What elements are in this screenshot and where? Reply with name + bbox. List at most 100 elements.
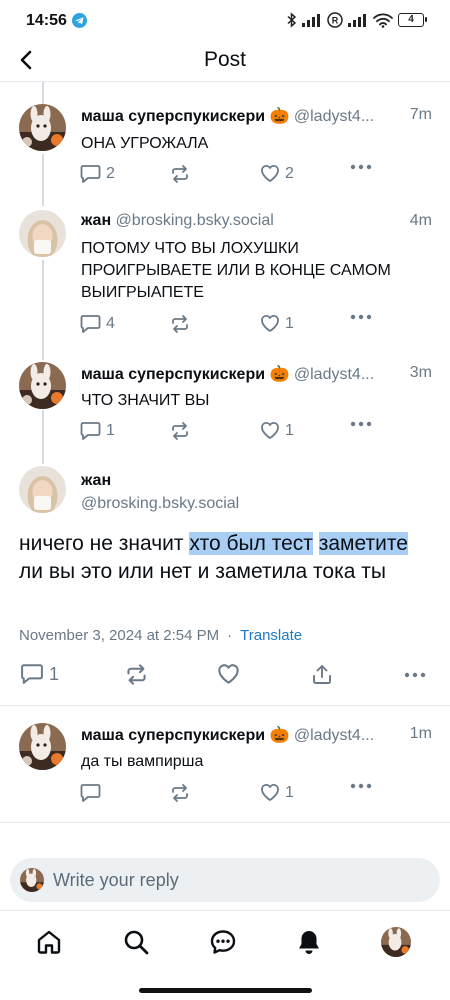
like-button[interactable] <box>217 663 240 685</box>
author-handle[interactable]: @ladyst4... <box>294 108 374 125</box>
reply-count: 4 <box>106 315 115 332</box>
post-actions: 1 <box>18 663 432 691</box>
post-time[interactable]: 4m <box>410 212 432 230</box>
svg-text:R: R <box>332 16 339 26</box>
post-time[interactable]: 3m <box>410 364 432 382</box>
reply-icon <box>80 422 101 440</box>
repost-icon <box>172 315 188 333</box>
author-handle[interactable]: @brosking.bsky.social <box>81 495 239 513</box>
post-text: ОНА УГРОЖАЛА <box>81 135 209 152</box>
repost-icon <box>172 784 188 802</box>
post-date: November 3, 2024 at 2:54 PM <box>19 627 220 644</box>
reply-count: 1 <box>49 663 60 684</box>
avatar[interactable] <box>19 466 66 513</box>
reply-button[interactable]: 4 <box>80 314 115 334</box>
nav-chat[interactable] <box>208 927 238 957</box>
avatar[interactable] <box>19 104 66 151</box>
reply-icon <box>80 165 101 183</box>
reply-icon <box>21 664 43 684</box>
repost-button[interactable] <box>125 663 148 686</box>
avatar <box>20 868 44 892</box>
author-name[interactable]: маша суперспукискери 🎃 <box>81 727 289 744</box>
author-name[interactable]: жан <box>81 212 111 229</box>
nav-profile[interactable] <box>381 927 411 957</box>
nav-search[interactable] <box>121 927 151 957</box>
more-icon <box>404 672 426 678</box>
nav-notifications[interactable] <box>294 927 324 957</box>
post-time[interactable]: 1m <box>410 725 432 743</box>
author-handle[interactable]: @brosking.bsky.social <box>116 212 274 229</box>
heart-icon <box>261 783 279 801</box>
avatar[interactable] <box>19 723 66 770</box>
bottom-nav <box>0 910 450 972</box>
more-button[interactable] <box>350 314 372 320</box>
like-button[interactable]: 1 <box>260 783 294 802</box>
repost-button[interactable] <box>170 164 190 184</box>
selected-text: хто был тест <box>189 532 313 555</box>
reply-post[interactable]: маша суперспукискери 🎃 @ladyst4... 1m да… <box>0 723 450 813</box>
wifi-icon <box>373 13 393 28</box>
author-name[interactable]: маша суперспукискери 🎃 <box>81 108 289 125</box>
home-indicator[interactable] <box>139 988 312 993</box>
like-button[interactable]: 1 <box>260 314 294 333</box>
heart-icon <box>261 421 279 439</box>
thread-post[interactable]: маша суперспукискери 🎃 @ladyst4... 3m ЧТ… <box>0 362 450 452</box>
post-actions: 1 1 <box>80 421 410 445</box>
reply-icon <box>80 784 101 802</box>
status-bar: 14:56 R 4 <box>0 0 450 42</box>
repost-button[interactable] <box>170 421 190 441</box>
post-text: да ты вампирша <box>81 753 204 770</box>
more-icon <box>350 421 372 427</box>
avatar[interactable] <box>19 210 66 257</box>
like-count: 1 <box>285 783 294 801</box>
share-icon <box>313 665 331 684</box>
search-icon <box>124 930 149 955</box>
heart-icon <box>261 314 279 332</box>
status-time: 14:56 <box>26 12 67 29</box>
nav-home[interactable] <box>34 927 64 957</box>
more-button[interactable] <box>350 164 372 170</box>
author-name[interactable]: жан <box>81 472 111 490</box>
post-meta: November 3, 2024 at 2:54 PM · Translate <box>19 627 302 644</box>
reply-button[interactable] <box>80 783 101 803</box>
like-count: 1 <box>285 421 294 439</box>
repost-button[interactable] <box>170 783 190 803</box>
more-icon <box>350 314 372 320</box>
profile-avatar <box>381 927 411 957</box>
like-count: 2 <box>285 164 294 182</box>
main-post: жан @brosking.bsky.social ничего не знач… <box>0 466 450 698</box>
more-button[interactable] <box>350 783 372 789</box>
post-time[interactable]: 7m <box>410 106 432 124</box>
thread-post[interactable]: жан @brosking.bsky.social 4m ПОТОМУ ЧТО … <box>0 210 450 350</box>
roaming-icon: R <box>327 12 343 28</box>
more-button[interactable] <box>350 421 372 427</box>
repost-button[interactable] <box>170 314 190 334</box>
post-text: ЧТО ЗНАЧИТ ВЫ <box>81 392 210 409</box>
meta-separator: · <box>227 627 233 644</box>
reply-composer[interactable]: Write your reply <box>10 858 440 902</box>
reply-button[interactable]: 2 <box>80 164 115 184</box>
thread-post[interactable]: маша суперспукискери 🎃 @ladyst4... 7m ОН… <box>0 104 450 198</box>
reply-button[interactable]: 1 <box>20 663 59 685</box>
more-icon <box>350 164 372 170</box>
author-handle[interactable]: @ladyst4... <box>294 727 374 744</box>
share-button[interactable] <box>311 663 333 685</box>
status-icons: R 4 <box>287 12 427 28</box>
heart-icon <box>218 664 239 684</box>
reply-button[interactable]: 1 <box>80 421 115 441</box>
like-button[interactable]: 1 <box>260 421 294 440</box>
battery-icon: 4 <box>398 13 427 27</box>
home-icon <box>37 930 61 954</box>
signal-icon <box>302 14 320 27</box>
translate-link[interactable]: Translate <box>240 627 302 644</box>
reply-count: 2 <box>106 165 115 182</box>
bell-icon <box>299 931 319 954</box>
author-name[interactable]: маша суперспукискери 🎃 <box>81 366 289 383</box>
like-button[interactable]: 2 <box>260 164 294 183</box>
more-icon <box>350 783 372 789</box>
repost-icon <box>172 422 188 440</box>
avatar[interactable] <box>19 362 66 409</box>
more-button[interactable] <box>404 672 426 678</box>
author-handle[interactable]: @ladyst4... <box>294 366 374 383</box>
reply-placeholder[interactable]: Write your reply <box>53 870 179 891</box>
